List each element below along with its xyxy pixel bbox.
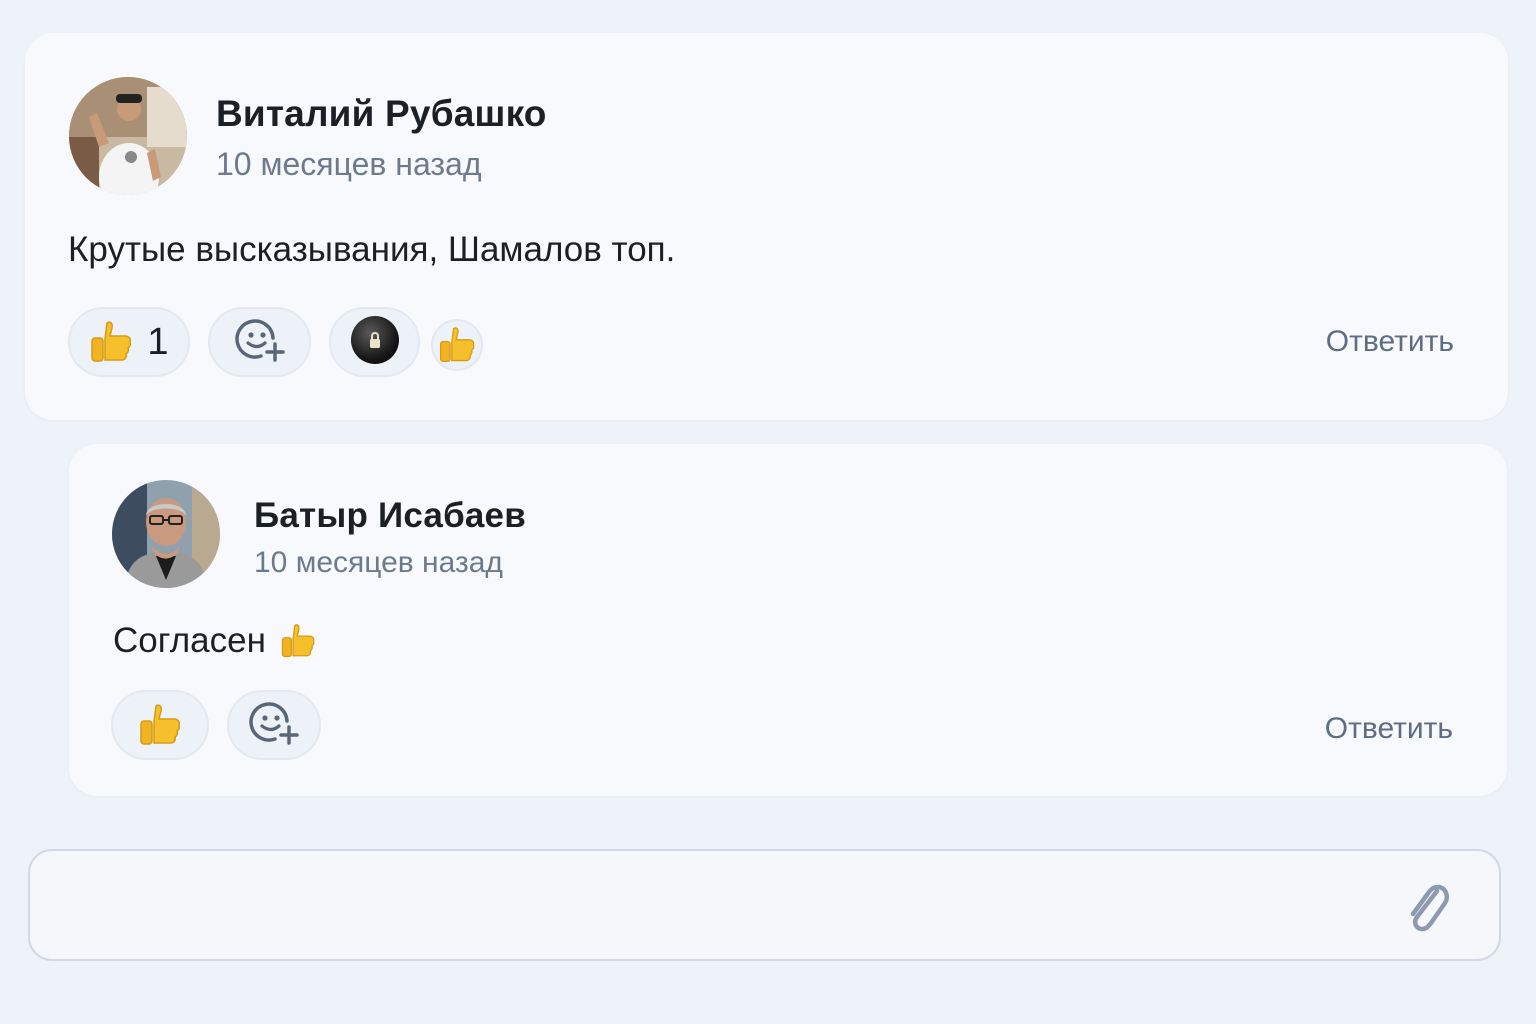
thumbs-up-icon bbox=[438, 325, 476, 365]
comment-input[interactable] bbox=[60, 879, 1380, 931]
lock-sticker-icon bbox=[350, 315, 400, 370]
thumbs-up-icon bbox=[138, 702, 182, 748]
reply-button[interactable]: Ответить bbox=[1326, 325, 1454, 359]
comment-composer bbox=[28, 849, 1501, 961]
reaction-thumbs-up-button[interactable] bbox=[111, 690, 209, 760]
comment-timestamp: 10 месяцев назад bbox=[216, 146, 482, 182]
avatar-photo-icon bbox=[69, 77, 187, 195]
comment-text: Согласен bbox=[113, 621, 316, 661]
comment-card: Виталий Рубашко 10 месяцев назад Крутые … bbox=[25, 33, 1508, 420]
comment-author[interactable]: Батыр Исабаев bbox=[254, 496, 526, 536]
add-reaction-button[interactable] bbox=[227, 690, 321, 760]
reply-button[interactable]: Ответить bbox=[1325, 712, 1453, 746]
reaction-count: 1 bbox=[147, 320, 169, 363]
sticker-reaction-button[interactable] bbox=[329, 307, 420, 377]
add-reaction-button[interactable] bbox=[208, 307, 311, 377]
comment-card-reply: Батыр Исабаев 10 месяцев назад Согласен bbox=[69, 444, 1507, 796]
reaction-thumbs-up-button[interactable]: 1 bbox=[68, 307, 190, 377]
comment-author[interactable]: Виталий Рубашко bbox=[216, 93, 547, 135]
thumbs-up-icon bbox=[89, 319, 133, 365]
reaction-thumbs-up-small-button[interactable] bbox=[431, 319, 483, 371]
paperclip-icon[interactable] bbox=[1399, 877, 1455, 937]
comment-timestamp: 10 месяцев назад bbox=[254, 546, 503, 579]
add-emoji-icon bbox=[249, 699, 299, 752]
avatar[interactable] bbox=[69, 77, 187, 195]
avatar[interactable] bbox=[112, 480, 220, 588]
avatar-photo-icon bbox=[112, 480, 220, 588]
add-emoji-icon bbox=[234, 316, 285, 369]
comment-text-content: Согласен bbox=[113, 621, 266, 660]
comment-text: Крутые высказывания, Шамалов топ. bbox=[68, 230, 676, 269]
thumbs-up-icon bbox=[280, 622, 316, 660]
